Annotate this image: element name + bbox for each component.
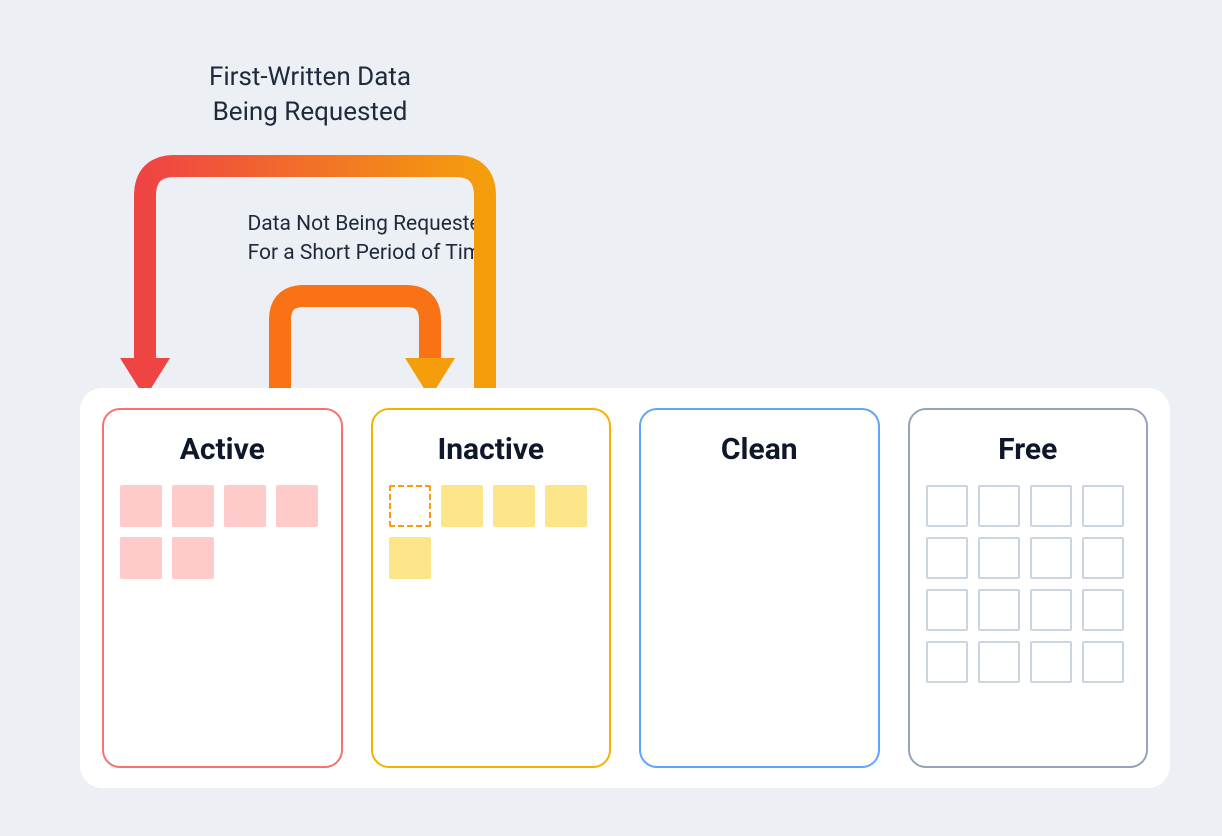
label-not-requested-line2: For a Short Period of Time (248, 241, 493, 265)
memory-page (120, 485, 162, 527)
bucket-active: Active (102, 408, 343, 768)
bucket-active-title: Active (120, 432, 325, 467)
memory-page (120, 537, 162, 579)
memory-page-free (1082, 537, 1124, 579)
bucket-clean: Clean (639, 408, 880, 768)
memory-page-free (978, 641, 1020, 683)
memory-page-free (926, 485, 968, 527)
memory-page (493, 485, 535, 527)
bucket-free-title: Free (926, 432, 1131, 467)
memory-page-free (926, 537, 968, 579)
memory-page-free (1030, 589, 1072, 631)
memory-page (441, 485, 483, 527)
bucket-free-grid (926, 485, 1131, 683)
memory-page-free (926, 641, 968, 683)
memory-page-free (1030, 537, 1072, 579)
memory-page (224, 485, 266, 527)
memory-page (545, 485, 587, 527)
memory-page-free (1082, 641, 1124, 683)
bucket-free: Free (908, 408, 1149, 768)
memory-page (389, 537, 431, 579)
bucket-inactive-grid (389, 485, 594, 579)
memory-states-panel: Active Inactive Clean Free (80, 388, 1170, 788)
memory-page-free (1030, 641, 1072, 683)
memory-page (276, 485, 318, 527)
memory-page-free (926, 589, 968, 631)
label-first-written: First-Written Data Being Requested (140, 60, 480, 130)
memory-page-free (978, 485, 1020, 527)
label-not-requested-line1: Data Not Being Requested (247, 212, 492, 236)
arrow-active-to-inactive (280, 296, 455, 398)
memory-page-free (1082, 589, 1124, 631)
label-first-written-line1: First-Written Data (209, 62, 411, 92)
bucket-inactive-title: Inactive (389, 432, 594, 467)
label-not-requested: Data Not Being Requested For a Short Per… (220, 210, 520, 269)
memory-page-free (1030, 485, 1072, 527)
arrow-inactive-to-active (120, 166, 485, 398)
memory-page-free (978, 589, 1020, 631)
bucket-clean-title: Clean (657, 432, 862, 467)
bucket-active-grid (120, 485, 325, 579)
memory-page-free (1082, 485, 1124, 527)
memory-page (172, 485, 214, 527)
memory-page (172, 537, 214, 579)
bucket-inactive: Inactive (371, 408, 612, 768)
memory-page-transitioning (389, 485, 431, 527)
label-first-written-line2: Being Requested (213, 97, 408, 127)
memory-page-free (978, 537, 1020, 579)
